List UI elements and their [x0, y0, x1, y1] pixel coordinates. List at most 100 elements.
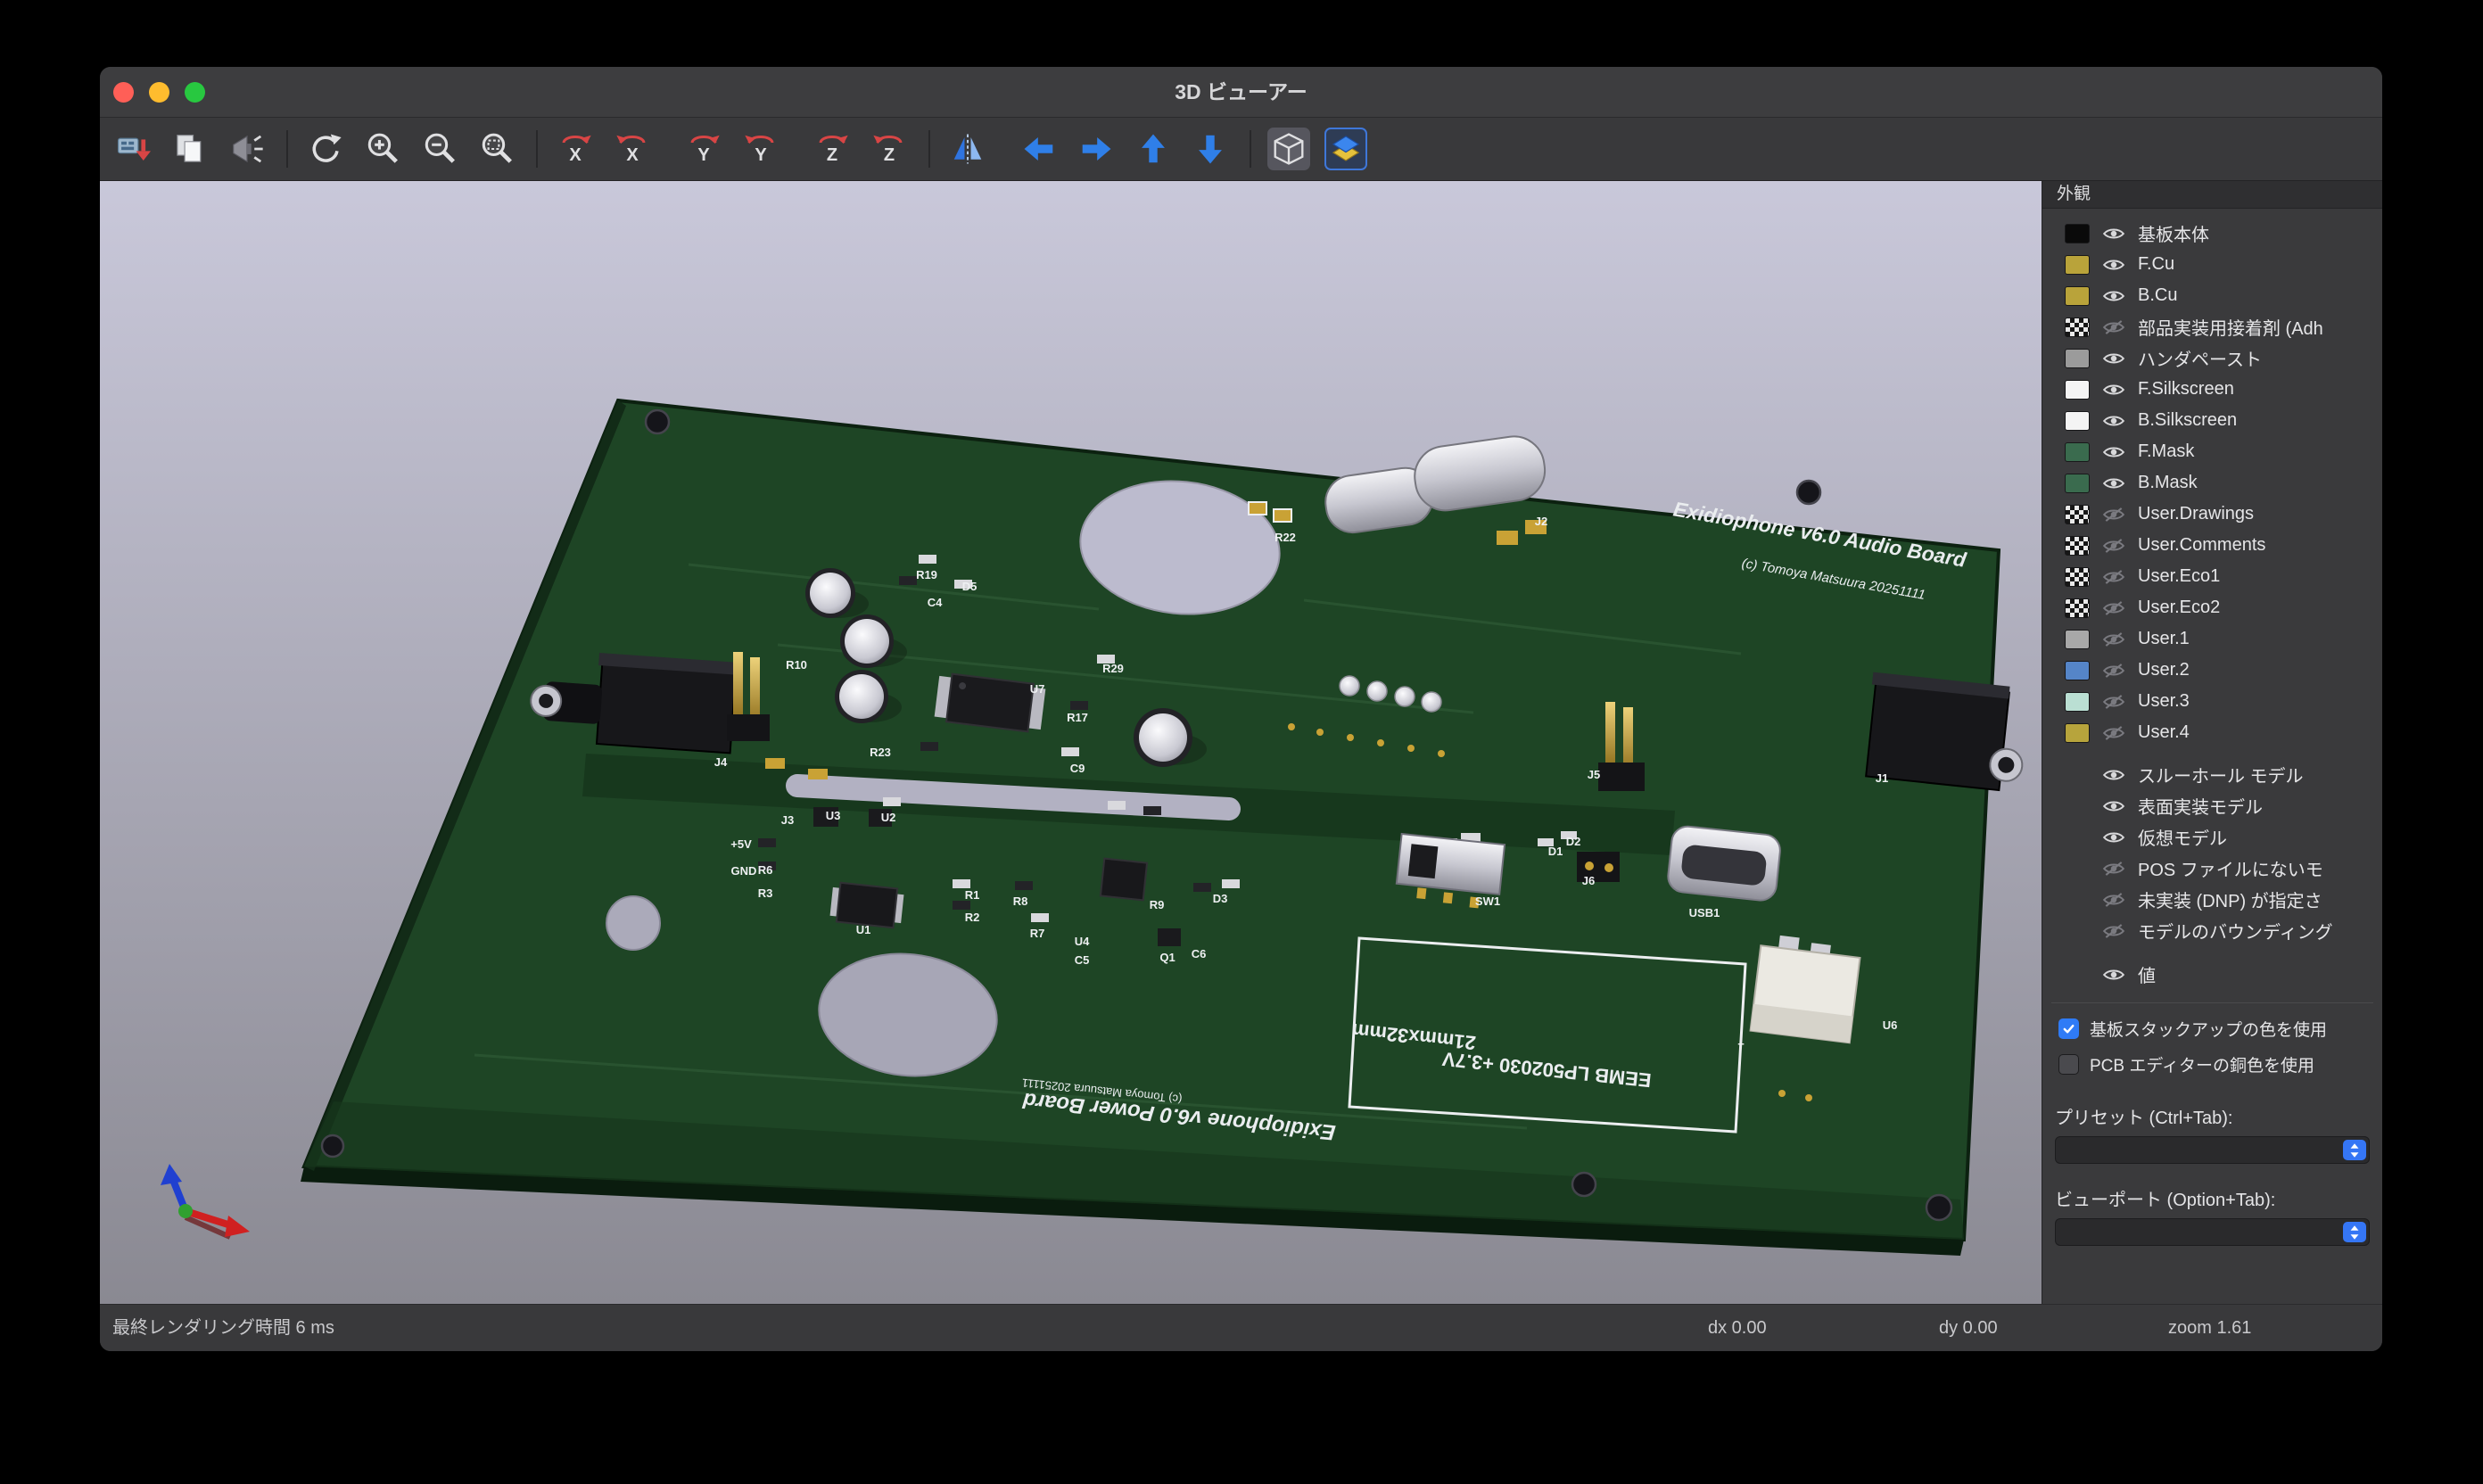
visibility-on-eye-icon[interactable]: [2102, 798, 2129, 814]
layer-color-swatch[interactable]: [2065, 380, 2090, 400]
layer-row[interactable]: ハンダペースト: [2042, 342, 2382, 374]
visibility-off-eye-icon[interactable]: [2102, 725, 2129, 741]
layer-row[interactable]: B.Silkscreen: [2042, 405, 2382, 436]
layer-row[interactable]: User.2: [2042, 655, 2382, 686]
visibility-on-eye-icon[interactable]: [2102, 382, 2129, 398]
layer-color-swatch[interactable]: [2065, 598, 2090, 618]
model-row[interactable]: POS ファイルにないモ: [2042, 853, 2382, 884]
rotate-x-pos-icon[interactable]: X: [611, 128, 654, 170]
layer-row[interactable]: User.1: [2042, 623, 2382, 655]
visibility-on-eye-icon[interactable]: [2102, 350, 2129, 367]
redraw-icon[interactable]: [304, 128, 347, 170]
model-row[interactable]: 未実装 (DNP) が指定さ: [2042, 884, 2382, 915]
layer-row[interactable]: User.Eco1: [2042, 561, 2382, 592]
layer-row[interactable]: User.3: [2042, 686, 2382, 717]
rotate-z-neg-icon[interactable]: Z: [811, 128, 854, 170]
visibility-off-eye-icon[interactable]: [2102, 569, 2129, 585]
visibility-off-eye-icon[interactable]: [2102, 861, 2129, 877]
move-down-icon[interactable]: [1189, 128, 1232, 170]
visibility-off-eye-icon[interactable]: [2102, 538, 2129, 554]
viewport-combo[interactable]: [2055, 1218, 2370, 1246]
combo-stepper-icon[interactable]: [2343, 1140, 2366, 1160]
flip-board-icon[interactable]: [946, 128, 989, 170]
raytracing-icon[interactable]: [226, 128, 268, 170]
visibility-off-eye-icon[interactable]: [2102, 319, 2129, 335]
layer-row[interactable]: B.Mask: [2042, 467, 2382, 499]
rotate-x-neg-icon[interactable]: X: [554, 128, 597, 170]
zoom-in-icon[interactable]: [361, 128, 404, 170]
viewport-3d[interactable]: Exidiophone v6.0 Audio Board (c) Tomoya …: [100, 181, 2042, 1304]
visibility-on-eye-icon[interactable]: [2102, 475, 2129, 491]
model-row[interactable]: 仮想モデル: [2042, 821, 2382, 853]
visibility-on-eye-icon[interactable]: [2102, 257, 2129, 273]
layer-row[interactable]: 基板本体: [2042, 218, 2382, 249]
visibility-on-eye-icon[interactable]: [2102, 444, 2129, 460]
reload-board-icon[interactable]: [111, 128, 154, 170]
zoom-out-icon[interactable]: [418, 128, 461, 170]
ortho-projection-icon[interactable]: [1267, 128, 1310, 170]
model-row[interactable]: 値: [2042, 959, 2382, 990]
model-row[interactable]: モデルのバウンディング: [2042, 915, 2382, 946]
svg-text:Y: Y: [697, 145, 710, 165]
layer-color-swatch[interactable]: [2065, 505, 2090, 524]
layer-color-swatch[interactable]: [2065, 255, 2090, 275]
rotate-y-neg-icon[interactable]: Y: [682, 128, 725, 170]
visibility-off-eye-icon[interactable]: [2102, 631, 2129, 647]
layer-color-swatch[interactable]: [2065, 536, 2090, 556]
ref-designator: J6: [1582, 874, 1595, 887]
ref-designator: R7: [1030, 927, 1045, 940]
move-left-icon[interactable]: [1018, 128, 1060, 170]
move-up-icon[interactable]: [1132, 128, 1175, 170]
model-row[interactable]: スルーホール モデル: [2042, 759, 2382, 790]
zoom-fit-icon[interactable]: [475, 128, 518, 170]
visibility-on-eye-icon[interactable]: [2102, 767, 2129, 783]
material-colors-icon[interactable]: [1324, 128, 1367, 170]
copy-image-icon[interactable]: [169, 128, 211, 170]
visibility-off-eye-icon[interactable]: [2102, 923, 2129, 939]
layer-color-swatch[interactable]: [2065, 286, 2090, 306]
checkbox-unchecked[interactable]: [2058, 1054, 2079, 1075]
visibility-off-eye-icon[interactable]: [2102, 694, 2129, 710]
model-label: モデルのバウンディング: [2138, 918, 2382, 944]
layer-row[interactable]: User.4: [2042, 717, 2382, 748]
visibility-off-eye-icon[interactable]: [2102, 600, 2129, 616]
visibility-on-eye-icon[interactable]: [2102, 829, 2129, 845]
layer-color-swatch[interactable]: [2065, 567, 2090, 587]
layer-row[interactable]: 部品実装用接着剤 (Adh: [2042, 311, 2382, 342]
checkbox-checked[interactable]: [2058, 1018, 2079, 1039]
layer-color-swatch[interactable]: [2065, 317, 2090, 337]
visibility-off-eye-icon[interactable]: [2102, 892, 2129, 908]
layer-color-swatch[interactable]: [2065, 692, 2090, 712]
visibility-off-eye-icon[interactable]: [2102, 663, 2129, 679]
layer-row[interactable]: User.Comments: [2042, 530, 2382, 561]
visibility-on-eye-icon[interactable]: [2102, 288, 2129, 304]
checkbox-row[interactable]: 基板スタックアップの色を使用: [2042, 1010, 2382, 1046]
layer-color-swatch[interactable]: [2065, 661, 2090, 680]
layer-color-swatch[interactable]: [2065, 442, 2090, 462]
layer-color-swatch[interactable]: [2065, 224, 2090, 243]
combo-stepper-icon[interactable]: [2343, 1222, 2366, 1242]
visibility-on-eye-icon[interactable]: [2102, 413, 2129, 429]
layer-color-swatch[interactable]: [2065, 474, 2090, 493]
checkbox-row[interactable]: PCB エディターの銅色を使用: [2042, 1046, 2382, 1082]
rotate-z-pos-icon[interactable]: Z: [868, 128, 911, 170]
layer-color-swatch[interactable]: [2065, 723, 2090, 743]
layer-color-swatch[interactable]: [2065, 349, 2090, 368]
rotate-y-pos-icon[interactable]: Y: [739, 128, 782, 170]
layer-color-swatch[interactable]: [2065, 630, 2090, 649]
layer-row[interactable]: F.Silkscreen: [2042, 374, 2382, 405]
visibility-off-eye-icon[interactable]: [2102, 507, 2129, 523]
layer-row[interactable]: User.Drawings: [2042, 499, 2382, 530]
visibility-on-eye-icon[interactable]: [2102, 226, 2129, 242]
layer-row[interactable]: F.Cu: [2042, 249, 2382, 280]
svg-text:X: X: [626, 145, 639, 165]
layer-color-swatch[interactable]: [2065, 411, 2090, 431]
option-checkbox-list: 基板スタックアップの色を使用PCB エディターの銅色を使用: [2042, 1010, 2382, 1082]
layer-row[interactable]: B.Cu: [2042, 280, 2382, 311]
move-right-icon[interactable]: [1075, 128, 1118, 170]
layer-row[interactable]: F.Mask: [2042, 436, 2382, 467]
layer-row[interactable]: User.Eco2: [2042, 592, 2382, 623]
model-row[interactable]: 表面実装モデル: [2042, 790, 2382, 821]
preset-combo[interactable]: [2055, 1136, 2370, 1164]
visibility-on-eye-icon[interactable]: [2102, 967, 2129, 983]
